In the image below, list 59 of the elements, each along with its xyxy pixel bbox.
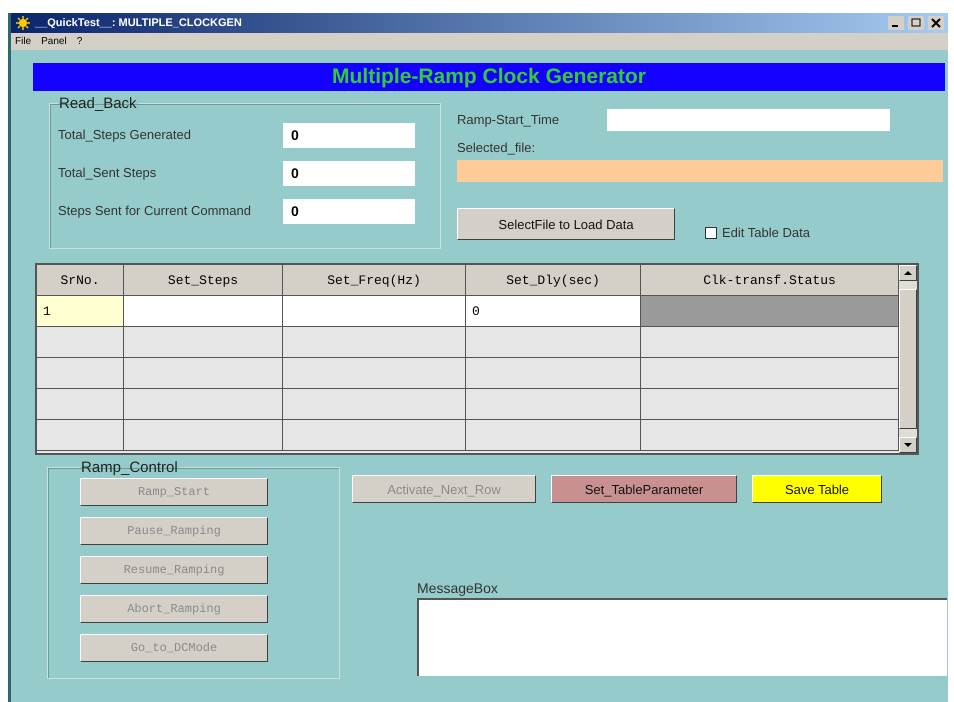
table-cell[interactable] xyxy=(283,296,466,327)
menu-item[interactable]: File xyxy=(15,36,32,47)
close-icon[interactable] xyxy=(928,16,944,30)
minimize-icon[interactable] xyxy=(888,16,904,30)
menu-item[interactable]: ? xyxy=(76,36,82,47)
table-cell[interactable] xyxy=(466,358,641,389)
field-label: Steps Sent for Current Command xyxy=(58,204,252,218)
action-button[interactable]: Save Table xyxy=(752,475,882,503)
message-box-label: MessageBox xyxy=(417,581,499,595)
window-title: __QuickTest__: MULTIPLE_CLOCKGEN xyxy=(35,17,243,29)
table-cell[interactable] xyxy=(641,358,899,389)
readout-field: 0 xyxy=(283,198,415,224)
app-icon xyxy=(15,16,31,30)
table-cell[interactable] xyxy=(641,420,899,451)
scroll-bar[interactable] xyxy=(899,265,917,453)
field-label: Ramp-Start_Time xyxy=(457,113,560,127)
table-cell[interactable] xyxy=(283,358,466,389)
table-cell[interactable]: 0 xyxy=(466,296,641,327)
scroll-up-icon[interactable] xyxy=(899,265,917,281)
table-cell[interactable] xyxy=(466,327,641,358)
table-cell[interactable] xyxy=(37,389,124,420)
time-field[interactable] xyxy=(607,109,890,131)
table-cell[interactable] xyxy=(283,389,466,420)
table-cell[interactable] xyxy=(124,389,283,420)
table-cell[interactable] xyxy=(283,327,466,358)
table-cell[interactable] xyxy=(641,327,899,358)
select-file-button[interactable]: SelectFile to Load Data xyxy=(457,208,675,240)
column-header: Clk-transf.Status xyxy=(641,265,899,296)
column-header: SrNo. xyxy=(37,265,124,296)
readout-field: 0 xyxy=(283,160,415,186)
table-cell[interactable] xyxy=(641,389,899,420)
scroll-down-icon[interactable] xyxy=(899,437,917,453)
column-header: Set_Steps xyxy=(124,265,283,296)
table-cell[interactable] xyxy=(124,420,283,451)
table-cell[interactable] xyxy=(466,420,641,451)
readout-field: 0 xyxy=(283,122,415,148)
table-cell[interactable] xyxy=(37,420,124,451)
banner-title: Multiple-Ramp Clock Generator xyxy=(33,63,945,91)
table-cell[interactable] xyxy=(466,389,641,420)
table-cell[interactable] xyxy=(124,358,283,389)
checkbox[interactable] xyxy=(705,227,717,239)
action-button[interactable]: Set_TableParameter xyxy=(551,475,737,503)
table-cell[interactable] xyxy=(124,327,283,358)
table-cell[interactable] xyxy=(37,327,124,358)
field-label: Selected_file: xyxy=(457,141,536,155)
field-label: Total_Steps Generated xyxy=(58,128,192,142)
table-cell[interactable] xyxy=(37,358,124,389)
group-title: Ramp_Control xyxy=(80,459,179,476)
menu-item[interactable]: Panel xyxy=(41,36,67,47)
checkbox-label: Edit Table Data xyxy=(722,226,810,240)
maximize-icon[interactable] xyxy=(908,16,924,30)
column-header: Set_Freq(Hz) xyxy=(283,265,466,296)
table-cell[interactable] xyxy=(641,296,899,327)
table-cell[interactable]: 1 xyxy=(37,296,124,327)
column-header: Set_Dly(sec) xyxy=(466,265,641,296)
table-cell[interactable] xyxy=(124,296,283,327)
group-title: Read_Back xyxy=(58,95,138,112)
table-cell[interactable] xyxy=(283,420,466,451)
field-label: Total_Sent Steps xyxy=(58,166,158,180)
